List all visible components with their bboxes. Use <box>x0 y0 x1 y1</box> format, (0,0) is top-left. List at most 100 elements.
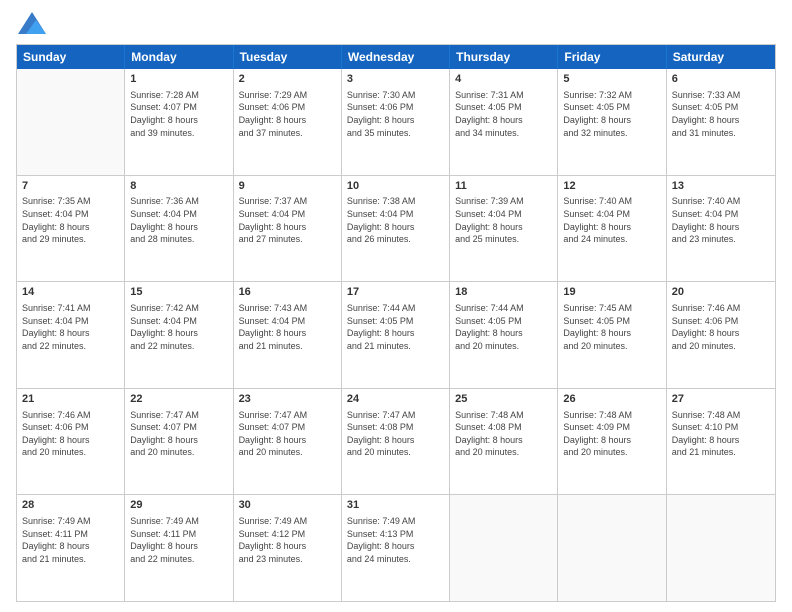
calendar: Sunday Monday Tuesday Wednesday Thursday… <box>16 44 776 602</box>
day-number: 24 <box>347 392 444 407</box>
col-friday: Friday <box>558 45 666 69</box>
cell-info: Sunrise: 7:46 AMSunset: 4:06 PMDaylight:… <box>672 302 770 352</box>
day-cell-7: 7Sunrise: 7:35 AMSunset: 4:04 PMDaylight… <box>17 176 125 282</box>
cell-info: Sunrise: 7:45 AMSunset: 4:05 PMDaylight:… <box>563 302 660 352</box>
header <box>16 12 776 34</box>
empty-cell <box>667 495 775 601</box>
day-number: 1 <box>130 72 227 87</box>
day-cell-10: 10Sunrise: 7:38 AMSunset: 4:04 PMDayligh… <box>342 176 450 282</box>
day-cell-30: 30Sunrise: 7:49 AMSunset: 4:12 PMDayligh… <box>234 495 342 601</box>
day-number: 21 <box>22 392 119 407</box>
day-number: 2 <box>239 72 336 87</box>
day-cell-5: 5 Sunrise: 7:32 AMSunset: 4:05 PMDaylight… <box>558 69 666 175</box>
day-number: 25 <box>455 392 552 407</box>
cell-info: Sunrise: 7:28 AMSunset: 4:07 PMDaylight:… <box>130 89 227 139</box>
day-cell-31: 31 Sunrise: 7:49 AMSunset: 4:13 PMDayligh… <box>342 495 450 601</box>
day-cell-25: 25Sunrise: 7:48 AMSunset: 4:08 PMDayligh… <box>450 389 558 495</box>
day-number: 12 <box>563 179 660 194</box>
day-number: 23 <box>239 392 336 407</box>
day-number: 20 <box>672 285 770 300</box>
day-cell-1: 1 Sunrise: 7:28 AMSunset: 4:07 PMDaylight… <box>125 69 233 175</box>
col-sunday: Sunday <box>17 45 125 69</box>
calendar-header: Sunday Monday Tuesday Wednesday Thursday… <box>17 45 775 69</box>
col-wednesday: Wednesday <box>342 45 450 69</box>
day-number: 6 <box>672 72 770 87</box>
cell-info: Sunrise: 7:49 AMSunset: 4:11 PMDaylight:… <box>22 515 119 565</box>
day-cell-18: 18Sunrise: 7:44 AMSunset: 4:05 PMDayligh… <box>450 282 558 388</box>
cell-info: Sunrise: 7:32 AMSunset: 4:05 PMDaylight:… <box>563 89 660 139</box>
day-cell-9: 9Sunrise: 7:37 AMSunset: 4:04 PMDaylight… <box>234 176 342 282</box>
cell-info: Sunrise: 7:42 AMSunset: 4:04 PMDaylight:… <box>130 302 227 352</box>
cell-info: Sunrise: 7:29 AMSunset: 4:06 PMDaylight:… <box>239 89 336 139</box>
day-number: 11 <box>455 179 552 194</box>
cell-info: Sunrise: 7:49 AMSunset: 4:11 PMDaylight:… <box>130 515 227 565</box>
day-number: 13 <box>672 179 770 194</box>
day-number: 4 <box>455 72 552 87</box>
day-cell-29: 29 Sunrise: 7:49 AMSunset: 4:11 PMDayligh… <box>125 495 233 601</box>
week-row-4: 21 Sunrise: 7:46 AMSunset: 4:06 PMDayligh… <box>17 389 775 496</box>
day-number: 15 <box>130 285 227 300</box>
day-number: 28 <box>22 498 119 513</box>
cell-info: Sunrise: 7:47 AMSunset: 4:07 PMDaylight:… <box>239 409 336 459</box>
day-number: 7 <box>22 179 119 194</box>
cell-info: Sunrise: 7:36 AMSunset: 4:04 PMDaylight:… <box>130 195 227 245</box>
day-number: 27 <box>672 392 770 407</box>
day-cell-12: 12Sunrise: 7:40 AMSunset: 4:04 PMDayligh… <box>558 176 666 282</box>
empty-cell <box>450 495 558 601</box>
cell-info: Sunrise: 7:43 AMSunset: 4:04 PMDaylight:… <box>239 302 336 352</box>
cell-info: Sunrise: 7:49 AMSunset: 4:13 PMDaylight:… <box>347 515 444 565</box>
day-number: 10 <box>347 179 444 194</box>
day-cell-8: 8Sunrise: 7:36 AMSunset: 4:04 PMDaylight… <box>125 176 233 282</box>
day-number: 14 <box>22 285 119 300</box>
day-cell-13: 13Sunrise: 7:40 AMSunset: 4:04 PMDayligh… <box>667 176 775 282</box>
cell-info: Sunrise: 7:38 AMSunset: 4:04 PMDaylight:… <box>347 195 444 245</box>
col-thursday: Thursday <box>450 45 558 69</box>
day-cell-21: 21 Sunrise: 7:46 AMSunset: 4:06 PMDayligh… <box>17 389 125 495</box>
cell-info: Sunrise: 7:31 AMSunset: 4:05 PMDaylight:… <box>455 89 552 139</box>
day-number: 3 <box>347 72 444 87</box>
day-number: 5 <box>563 72 660 87</box>
page: Sunday Monday Tuesday Wednesday Thursday… <box>0 0 792 612</box>
day-number: 22 <box>130 392 227 407</box>
col-tuesday: Tuesday <box>234 45 342 69</box>
day-number: 9 <box>239 179 336 194</box>
day-cell-3: 3 Sunrise: 7:30 AMSunset: 4:06 PMDaylight… <box>342 69 450 175</box>
cell-info: Sunrise: 7:39 AMSunset: 4:04 PMDaylight:… <box>455 195 552 245</box>
cell-info: Sunrise: 7:30 AMSunset: 4:06 PMDaylight:… <box>347 89 444 139</box>
day-cell-14: 14Sunrise: 7:41 AMSunset: 4:04 PMDayligh… <box>17 282 125 388</box>
day-number: 16 <box>239 285 336 300</box>
empty-cell <box>558 495 666 601</box>
day-cell-16: 16 Sunrise: 7:43 AMSunset: 4:04 PMDayligh… <box>234 282 342 388</box>
week-row-5: 28 Sunrise: 7:49 AMSunset: 4:11 PMDayligh… <box>17 495 775 601</box>
day-cell-6: 6 Sunrise: 7:33 AMSunset: 4:05 PMDaylight… <box>667 69 775 175</box>
week-row-3: 14Sunrise: 7:41 AMSunset: 4:04 PMDayligh… <box>17 282 775 389</box>
col-saturday: Saturday <box>667 45 775 69</box>
cell-info: Sunrise: 7:35 AMSunset: 4:04 PMDaylight:… <box>22 195 119 245</box>
day-cell-15: 15 Sunrise: 7:42 AMSunset: 4:04 PMDayligh… <box>125 282 233 388</box>
cell-info: Sunrise: 7:49 AMSunset: 4:12 PMDaylight:… <box>239 515 336 565</box>
day-number: 26 <box>563 392 660 407</box>
day-number: 17 <box>347 285 444 300</box>
day-cell-19: 19 Sunrise: 7:45 AMSunset: 4:05 PMDayligh… <box>558 282 666 388</box>
cell-info: Sunrise: 7:46 AMSunset: 4:06 PMDaylight:… <box>22 409 119 459</box>
cell-info: Sunrise: 7:40 AMSunset: 4:04 PMDaylight:… <box>672 195 770 245</box>
day-cell-4: 4 Sunrise: 7:31 AMSunset: 4:05 PMDaylight… <box>450 69 558 175</box>
empty-cell <box>17 69 125 175</box>
day-cell-27: 27 Sunrise: 7:48 AMSunset: 4:10 PMDayligh… <box>667 389 775 495</box>
day-cell-26: 26 Sunrise: 7:48 AMSunset: 4:09 PMDayligh… <box>558 389 666 495</box>
cell-info: Sunrise: 7:47 AMSunset: 4:08 PMDaylight:… <box>347 409 444 459</box>
day-cell-17: 17Sunrise: 7:44 AMSunset: 4:05 PMDayligh… <box>342 282 450 388</box>
cell-info: Sunrise: 7:33 AMSunset: 4:05 PMDaylight:… <box>672 89 770 139</box>
day-number: 8 <box>130 179 227 194</box>
day-cell-11: 11Sunrise: 7:39 AMSunset: 4:04 PMDayligh… <box>450 176 558 282</box>
cell-info: Sunrise: 7:48 AMSunset: 4:10 PMDaylight:… <box>672 409 770 459</box>
logo-icon <box>18 12 46 34</box>
day-number: 19 <box>563 285 660 300</box>
day-number: 29 <box>130 498 227 513</box>
cell-info: Sunrise: 7:47 AMSunset: 4:07 PMDaylight:… <box>130 409 227 459</box>
col-monday: Monday <box>125 45 233 69</box>
cell-info: Sunrise: 7:48 AMSunset: 4:09 PMDaylight:… <box>563 409 660 459</box>
day-number: 31 <box>347 498 444 513</box>
week-row-2: 7Sunrise: 7:35 AMSunset: 4:04 PMDaylight… <box>17 176 775 283</box>
calendar-body: 1 Sunrise: 7:28 AMSunset: 4:07 PMDaylight… <box>17 69 775 601</box>
